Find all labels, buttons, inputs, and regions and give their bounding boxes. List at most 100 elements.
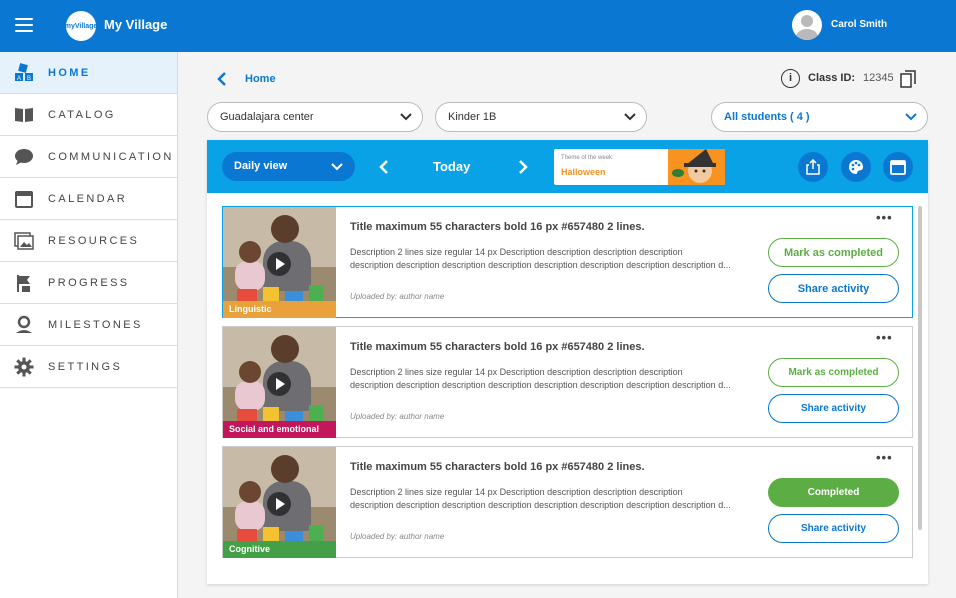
share-button[interactable] bbox=[798, 152, 828, 182]
mark-completed-button[interactable]: Mark as completed bbox=[768, 358, 899, 387]
share-activity-button[interactable]: Share activity bbox=[768, 274, 899, 303]
sidebar-item-label: CATALOG bbox=[48, 108, 116, 121]
scrollbar[interactable] bbox=[918, 206, 922, 530]
description-line: Description 2 lines size regular 14 px D… bbox=[350, 367, 683, 377]
activity-thumbnail[interactable]: Social and emotional bbox=[223, 327, 336, 438]
view-select-value: Daily view bbox=[234, 160, 288, 172]
calendar-button[interactable] bbox=[883, 152, 913, 182]
map-pin-icon bbox=[14, 315, 34, 335]
activity-description: Description 2 lines size regular 14 px D… bbox=[350, 246, 745, 272]
description-line: Description 2 lines size regular 14 px D… bbox=[350, 247, 683, 257]
activity-thumbnail[interactable]: Linguistic bbox=[223, 207, 336, 318]
activity-title: Title maximum 55 characters bold 16 px #… bbox=[350, 221, 645, 233]
user-avatar[interactable] bbox=[792, 10, 822, 40]
sidebar-item-settings[interactable]: SETTINGS bbox=[0, 346, 177, 388]
image-gallery-icon bbox=[14, 231, 34, 251]
sidebar-item-milestones[interactable]: MILESTONES bbox=[0, 304, 177, 346]
activity-author: Uploaded by: author name bbox=[350, 292, 445, 301]
theme-label: Theme of the week: bbox=[561, 155, 614, 161]
svg-text:B: B bbox=[27, 76, 31, 82]
info-icon[interactable]: i bbox=[781, 69, 800, 88]
description-line: Description 2 lines size regular 14 px D… bbox=[350, 487, 683, 497]
center-select[interactable]: Guadalajara center bbox=[207, 102, 423, 132]
panel-toolbar: Daily view Today Theme of the week: Hall… bbox=[207, 140, 928, 193]
description-line: description description description desc… bbox=[350, 380, 731, 390]
chevron-down-icon bbox=[624, 113, 636, 121]
activity-author: Uploaded by: author name bbox=[350, 532, 445, 541]
sidebar-item-home[interactable]: AB HOME bbox=[0, 52, 177, 94]
sidebar-item-label: CALENDAR bbox=[48, 192, 128, 205]
witch-illustration-icon bbox=[668, 149, 725, 185]
sidebar-item-catalog[interactable]: CATALOG bbox=[0, 94, 177, 136]
blocks-icon: AB bbox=[14, 62, 34, 83]
sidebar-item-communication[interactable]: COMMUNICATION bbox=[0, 136, 177, 178]
sidebar-item-resources[interactable]: RESOURCES bbox=[0, 220, 177, 262]
sidebar-item-label: PROGRESS bbox=[48, 276, 130, 289]
view-select[interactable]: Daily view bbox=[222, 152, 355, 181]
sidebar-item-label: HOME bbox=[48, 66, 91, 79]
back-chevron-icon[interactable] bbox=[214, 71, 230, 87]
copy-icon[interactable] bbox=[900, 70, 916, 88]
play-icon[interactable] bbox=[266, 371, 292, 397]
theme-of-week-banner[interactable]: Theme of the week: Halloween bbox=[554, 149, 725, 185]
completed-button[interactable]: Completed bbox=[768, 478, 899, 507]
svg-text:A: A bbox=[17, 76, 21, 82]
play-icon[interactable] bbox=[266, 251, 292, 277]
more-options-icon[interactable]: ••• bbox=[876, 451, 893, 464]
more-options-icon[interactable]: ••• bbox=[876, 211, 893, 224]
calendar-icon bbox=[890, 160, 906, 175]
activity-thumbnail[interactable]: Cognitive bbox=[223, 447, 336, 558]
book-icon bbox=[14, 105, 34, 125]
share-activity-button[interactable]: Share activity bbox=[768, 394, 899, 423]
sidebar-item-label: RESOURCES bbox=[48, 234, 140, 247]
theme-value: Halloween bbox=[561, 167, 606, 177]
activity-author: Uploaded by: author name bbox=[350, 412, 445, 421]
chat-bubble-icon bbox=[14, 147, 34, 167]
sidebar-item-label: MILESTONES bbox=[48, 318, 143, 331]
theme-palette-button[interactable] bbox=[841, 152, 871, 182]
class-id-label: Class ID: bbox=[808, 72, 856, 84]
chevron-down-icon bbox=[905, 113, 917, 121]
category-tag: Cognitive bbox=[223, 541, 336, 558]
description-line: description description description desc… bbox=[350, 500, 731, 510]
play-icon[interactable] bbox=[266, 491, 292, 517]
top-bar: myVillage My Village Carol Smith bbox=[0, 0, 956, 52]
flag-icon bbox=[14, 273, 34, 293]
students-select[interactable]: All students ( 4 ) bbox=[711, 102, 928, 132]
center-select-value: Guadalajara center bbox=[220, 111, 314, 123]
activity-description: Description 2 lines size regular 14 px D… bbox=[350, 366, 745, 392]
hamburger-menu-icon[interactable] bbox=[15, 18, 33, 32]
user-name[interactable]: Carol Smith bbox=[831, 19, 887, 30]
classroom-select-value: Kinder 1B bbox=[448, 111, 497, 123]
sidebar-item-label: COMMUNICATION bbox=[48, 150, 174, 163]
gear-icon bbox=[14, 357, 34, 377]
chevron-down-icon bbox=[331, 163, 343, 171]
calendar-icon bbox=[14, 189, 34, 209]
app-logo: myVillage bbox=[65, 11, 97, 41]
mark-completed-button[interactable]: Mark as completed bbox=[768, 238, 899, 267]
breadcrumb[interactable]: Home bbox=[245, 73, 276, 85]
more-options-icon[interactable]: ••• bbox=[876, 331, 893, 344]
current-date: Today bbox=[433, 159, 471, 174]
activities-panel: Daily view Today Theme of the week: Hall… bbox=[207, 140, 928, 584]
chevron-down-icon bbox=[400, 113, 412, 121]
sidebar-item-calendar[interactable]: CALENDAR bbox=[0, 178, 177, 220]
sidebar-item-label: SETTINGS bbox=[48, 360, 123, 373]
activity-title: Title maximum 55 characters bold 16 px #… bbox=[350, 341, 645, 353]
activity-card[interactable]: Linguistic Title maximum 55 characters b… bbox=[222, 206, 913, 318]
activity-card[interactable]: Cognitive Title maximum 55 characters bo… bbox=[222, 446, 913, 558]
palette-icon bbox=[849, 160, 863, 174]
activity-card[interactable]: Social and emotional Title maximum 55 ch… bbox=[222, 326, 913, 438]
sidebar: AB HOME CATALOG COMMUNICATION CALENDAR R… bbox=[0, 52, 178, 598]
class-id-value: 12345 bbox=[863, 72, 894, 84]
students-select-value: All students ( 4 ) bbox=[724, 111, 810, 123]
sidebar-item-progress[interactable]: PROGRESS bbox=[0, 262, 177, 304]
category-tag: Linguistic bbox=[223, 301, 336, 318]
share-activity-button[interactable]: Share activity bbox=[768, 514, 899, 543]
classroom-select[interactable]: Kinder 1B bbox=[435, 102, 647, 132]
activity-title: Title maximum 55 characters bold 16 px #… bbox=[350, 461, 645, 473]
previous-day-icon[interactable] bbox=[377, 160, 391, 174]
share-upload-icon bbox=[806, 159, 820, 175]
next-day-icon[interactable] bbox=[516, 160, 530, 174]
app-title: My Village bbox=[104, 17, 168, 32]
